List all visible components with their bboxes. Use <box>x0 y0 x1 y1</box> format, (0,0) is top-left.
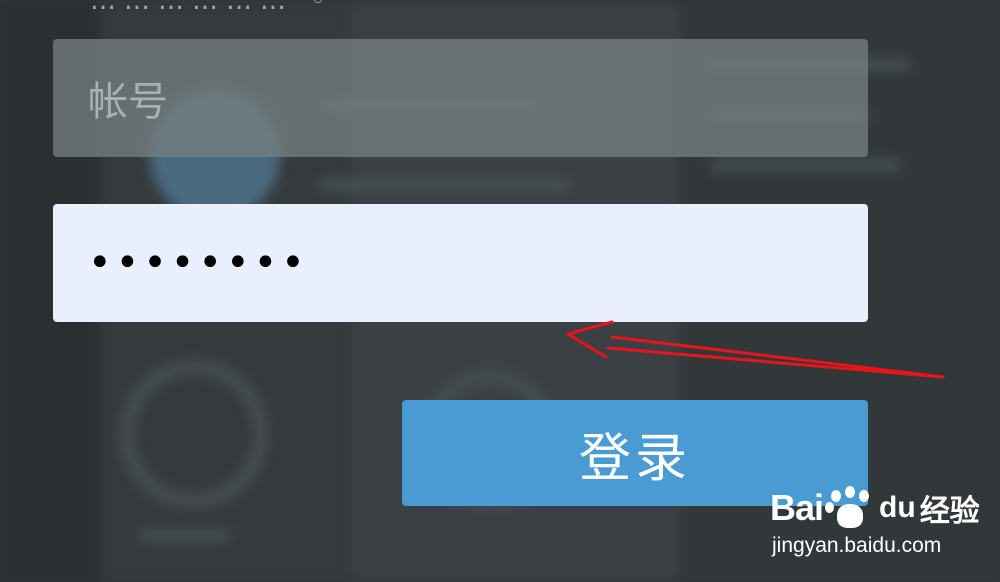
top-partial-text: ……………… ◦ <box>90 0 334 16</box>
background-text-line <box>140 530 230 540</box>
background-text-line <box>320 180 570 190</box>
password-masked-value: •••••••• <box>88 240 309 286</box>
watermark-brand-bai: Bai <box>770 487 824 528</box>
watermark-brand-du: du <box>879 491 916 524</box>
watermark-brand-jingyan: 经验 <box>919 494 980 529</box>
account-input[interactable]: 帐号 <box>53 39 868 157</box>
watermark-logo: Bai du 经验 <box>770 486 980 530</box>
baidu-jingyan-watermark: Bai du 经验 jingyan.baidu.com <box>770 478 990 573</box>
account-placeholder: 帐号 <box>88 79 168 125</box>
password-input[interactable]: •••••••• <box>53 204 868 322</box>
background-text-line <box>710 160 900 170</box>
watermark-url: jingyan.baidu.com <box>772 534 942 557</box>
app-screen: ……………… ◦ 帐号 •••••••• 登录 Bai du 经验 jingya… <box>0 0 1000 582</box>
background-circle-icon <box>120 360 268 508</box>
baidu-paw-icon <box>825 486 877 530</box>
